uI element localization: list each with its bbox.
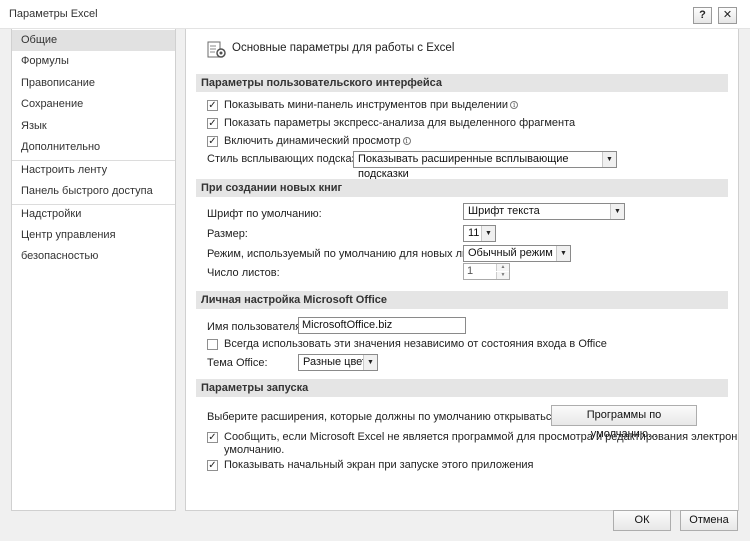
notify-default-checkbox[interactable]: ✓ (207, 432, 218, 443)
info-icon: i (510, 101, 519, 109)
tooltip-style-select[interactable]: Показывать расширенные всплывающие подск… (353, 151, 617, 180)
always-use-label: Всегда использовать эти значения независ… (224, 338, 607, 350)
ok-button[interactable]: ОК (613, 510, 671, 531)
tooltip-style-label: Стиль всплывающих подсказок: (207, 153, 371, 165)
section-personalize: Личная настройка Microsoft Office (196, 291, 728, 309)
cancel-button[interactable]: Отмена (680, 510, 738, 531)
show-start-screen-checkbox[interactable]: ✓ (207, 460, 218, 471)
username-input[interactable]: MicrosoftOffice.biz (298, 317, 466, 334)
default-view-label: Режим, используемый по умолчанию для нов… (207, 248, 494, 260)
help-button[interactable]: ? (693, 7, 712, 24)
chevron-down-icon: ▼ (363, 355, 377, 370)
close-button[interactable]: ✕ (718, 7, 737, 24)
font-size-label: Размер: (207, 228, 248, 240)
settings-page-icon (205, 38, 227, 60)
chevron-down-icon: ▼ (602, 152, 616, 167)
page-title: Основные параметры для работы с Excel (232, 42, 455, 54)
username-label: Имя пользователя: (207, 321, 305, 333)
live-preview-text: Включить динамический просмотр (224, 135, 401, 147)
mini-toolbar-text: Показывать мини-панель инструментов при … (224, 99, 509, 111)
sheet-count-value: 1 (467, 265, 474, 277)
always-use-checkbox[interactable] (207, 339, 218, 350)
spin-down-icon[interactable]: ▼ (496, 272, 509, 279)
sidebar-item-general[interactable]: Общие (12, 30, 175, 51)
default-programs-button[interactable]: Программы по умолчанию... (551, 405, 697, 440)
sidebar-item-customize-ribbon[interactable]: Настроить ленту (12, 160, 175, 181)
chevron-down-icon: ▼ (610, 204, 624, 219)
default-font-select[interactable]: Шрифт текста ▼ (463, 203, 625, 220)
sheet-count-label: Число листов: (207, 267, 280, 279)
sidebar-nav: Общие Формулы Правописание Сохранение Яз… (11, 29, 176, 511)
show-start-screen-label: Показывать начальный экран при запуске э… (224, 459, 534, 471)
extensions-label: Выберите расширения, которые должны по у… (207, 411, 600, 423)
spin-up-icon[interactable]: ▲ (496, 264, 509, 271)
main-content: Основные параметры для работы с Excel Па… (185, 29, 739, 511)
default-font-label: Шрифт по умолчанию: (207, 208, 322, 220)
section-startup: Параметры запуска (196, 379, 728, 397)
chevron-down-icon: ▼ (481, 226, 495, 241)
section-new-workbooks: При создании новых книг (196, 179, 728, 197)
sidebar-item-trust-center[interactable]: Центр управления безопасностью (12, 225, 175, 262)
mini-toolbar-checkbox[interactable]: ✓ (207, 100, 218, 111)
quick-analysis-label: Показать параметры экспресс-анализа для … (224, 117, 576, 129)
sidebar-item-addins[interactable]: Надстройки (12, 204, 175, 225)
title-bar: Параметры Excel ? ✕ (0, 0, 750, 29)
font-size-select[interactable]: 11 ▼ (463, 225, 496, 242)
font-size-value: 11 (468, 227, 480, 239)
tooltip-style-value: Показывать расширенные всплывающие подск… (358, 153, 569, 180)
mini-toolbar-label: Показывать мини-панель инструментов при … (224, 99, 519, 111)
live-preview-checkbox[interactable]: ✓ (207, 136, 218, 147)
sidebar-item-formulas[interactable]: Формулы (12, 51, 175, 72)
office-theme-select[interactable]: Разные цвета ▼ (298, 354, 378, 371)
live-preview-label: Включить динамический просмотр i (224, 135, 411, 147)
info-icon: i (402, 137, 411, 145)
sidebar-item-quick-access[interactable]: Панель быстрого доступа (12, 181, 175, 202)
quick-analysis-checkbox[interactable]: ✓ (207, 118, 218, 129)
sidebar-item-proofing[interactable]: Правописание (12, 73, 175, 94)
default-view-select[interactable]: Обычный режим ▼ (463, 245, 571, 262)
window-title: Параметры Excel (9, 8, 98, 20)
section-ui-options: Параметры пользовательского интерфейса (196, 74, 728, 92)
notify-default-label-cont: умолчанию. (224, 444, 285, 456)
sheet-count-spinner[interactable]: 1 ▲ ▼ (463, 263, 510, 280)
sidebar-item-language[interactable]: Язык (12, 116, 175, 137)
chevron-down-icon: ▼ (556, 246, 570, 261)
sidebar-item-save[interactable]: Сохранение (12, 94, 175, 115)
office-theme-label: Тема Office: (207, 357, 268, 369)
notify-default-label: Сообщить, если Microsoft Excel не являет… (224, 431, 738, 443)
sidebar-item-advanced[interactable]: Дополнительно (12, 137, 175, 158)
default-font-value: Шрифт текста (468, 205, 540, 217)
default-view-value: Обычный режим (468, 247, 553, 259)
